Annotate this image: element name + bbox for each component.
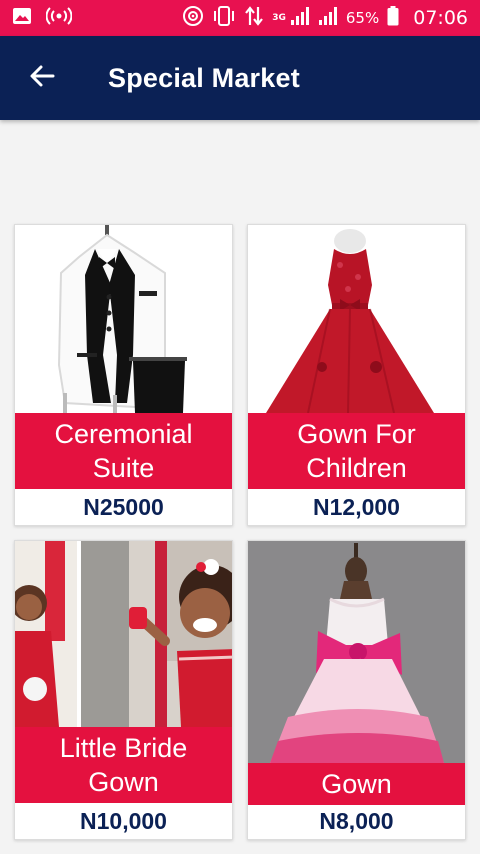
battery-icon: [387, 6, 399, 30]
signal-icon: [318, 6, 338, 30]
product-price: N25000: [83, 494, 164, 520]
product-card-ceremonial-suite[interactable]: Ceremonial Suite N25000: [14, 224, 233, 526]
page-title: Special Market: [108, 62, 300, 93]
status-bar: 3G 65% 07:06: [0, 0, 480, 36]
product-name: Ceremonial Suite: [15, 413, 232, 489]
battery-percent: 65%: [345, 9, 380, 27]
product-image: [248, 541, 465, 763]
product-image: [15, 225, 232, 413]
product-name: Gown: [248, 763, 465, 805]
product-price: N12,000: [313, 494, 400, 520]
back-button[interactable]: [14, 50, 70, 106]
product-name: Little Bride Gown: [15, 727, 232, 803]
data-transfer-icon: [244, 5, 264, 31]
image-icon: [12, 6, 32, 30]
app-bar: Special Market: [0, 36, 480, 120]
product-price: N10,000: [80, 808, 167, 834]
product-name: Gown For Children: [248, 413, 465, 489]
product-price: N8,000: [319, 808, 394, 834]
arrow-left-icon: [29, 63, 55, 94]
product-image: [15, 541, 232, 727]
hotspot-icon: [45, 6, 73, 30]
product-image: [248, 225, 465, 413]
signal-icon: [290, 6, 310, 30]
nfc-icon: [182, 5, 204, 31]
network-type-label: 3G: [272, 13, 286, 23]
vibrate-icon: [212, 5, 236, 31]
product-card-gown[interactable]: Gown N8,000: [247, 540, 466, 840]
product-card-gown-for-children[interactable]: Gown For Children N12,000: [247, 224, 466, 526]
product-card-little-bride-gown[interactable]: Little Bride Gown N10,000: [14, 540, 233, 840]
clock: 07:06: [413, 7, 468, 29]
